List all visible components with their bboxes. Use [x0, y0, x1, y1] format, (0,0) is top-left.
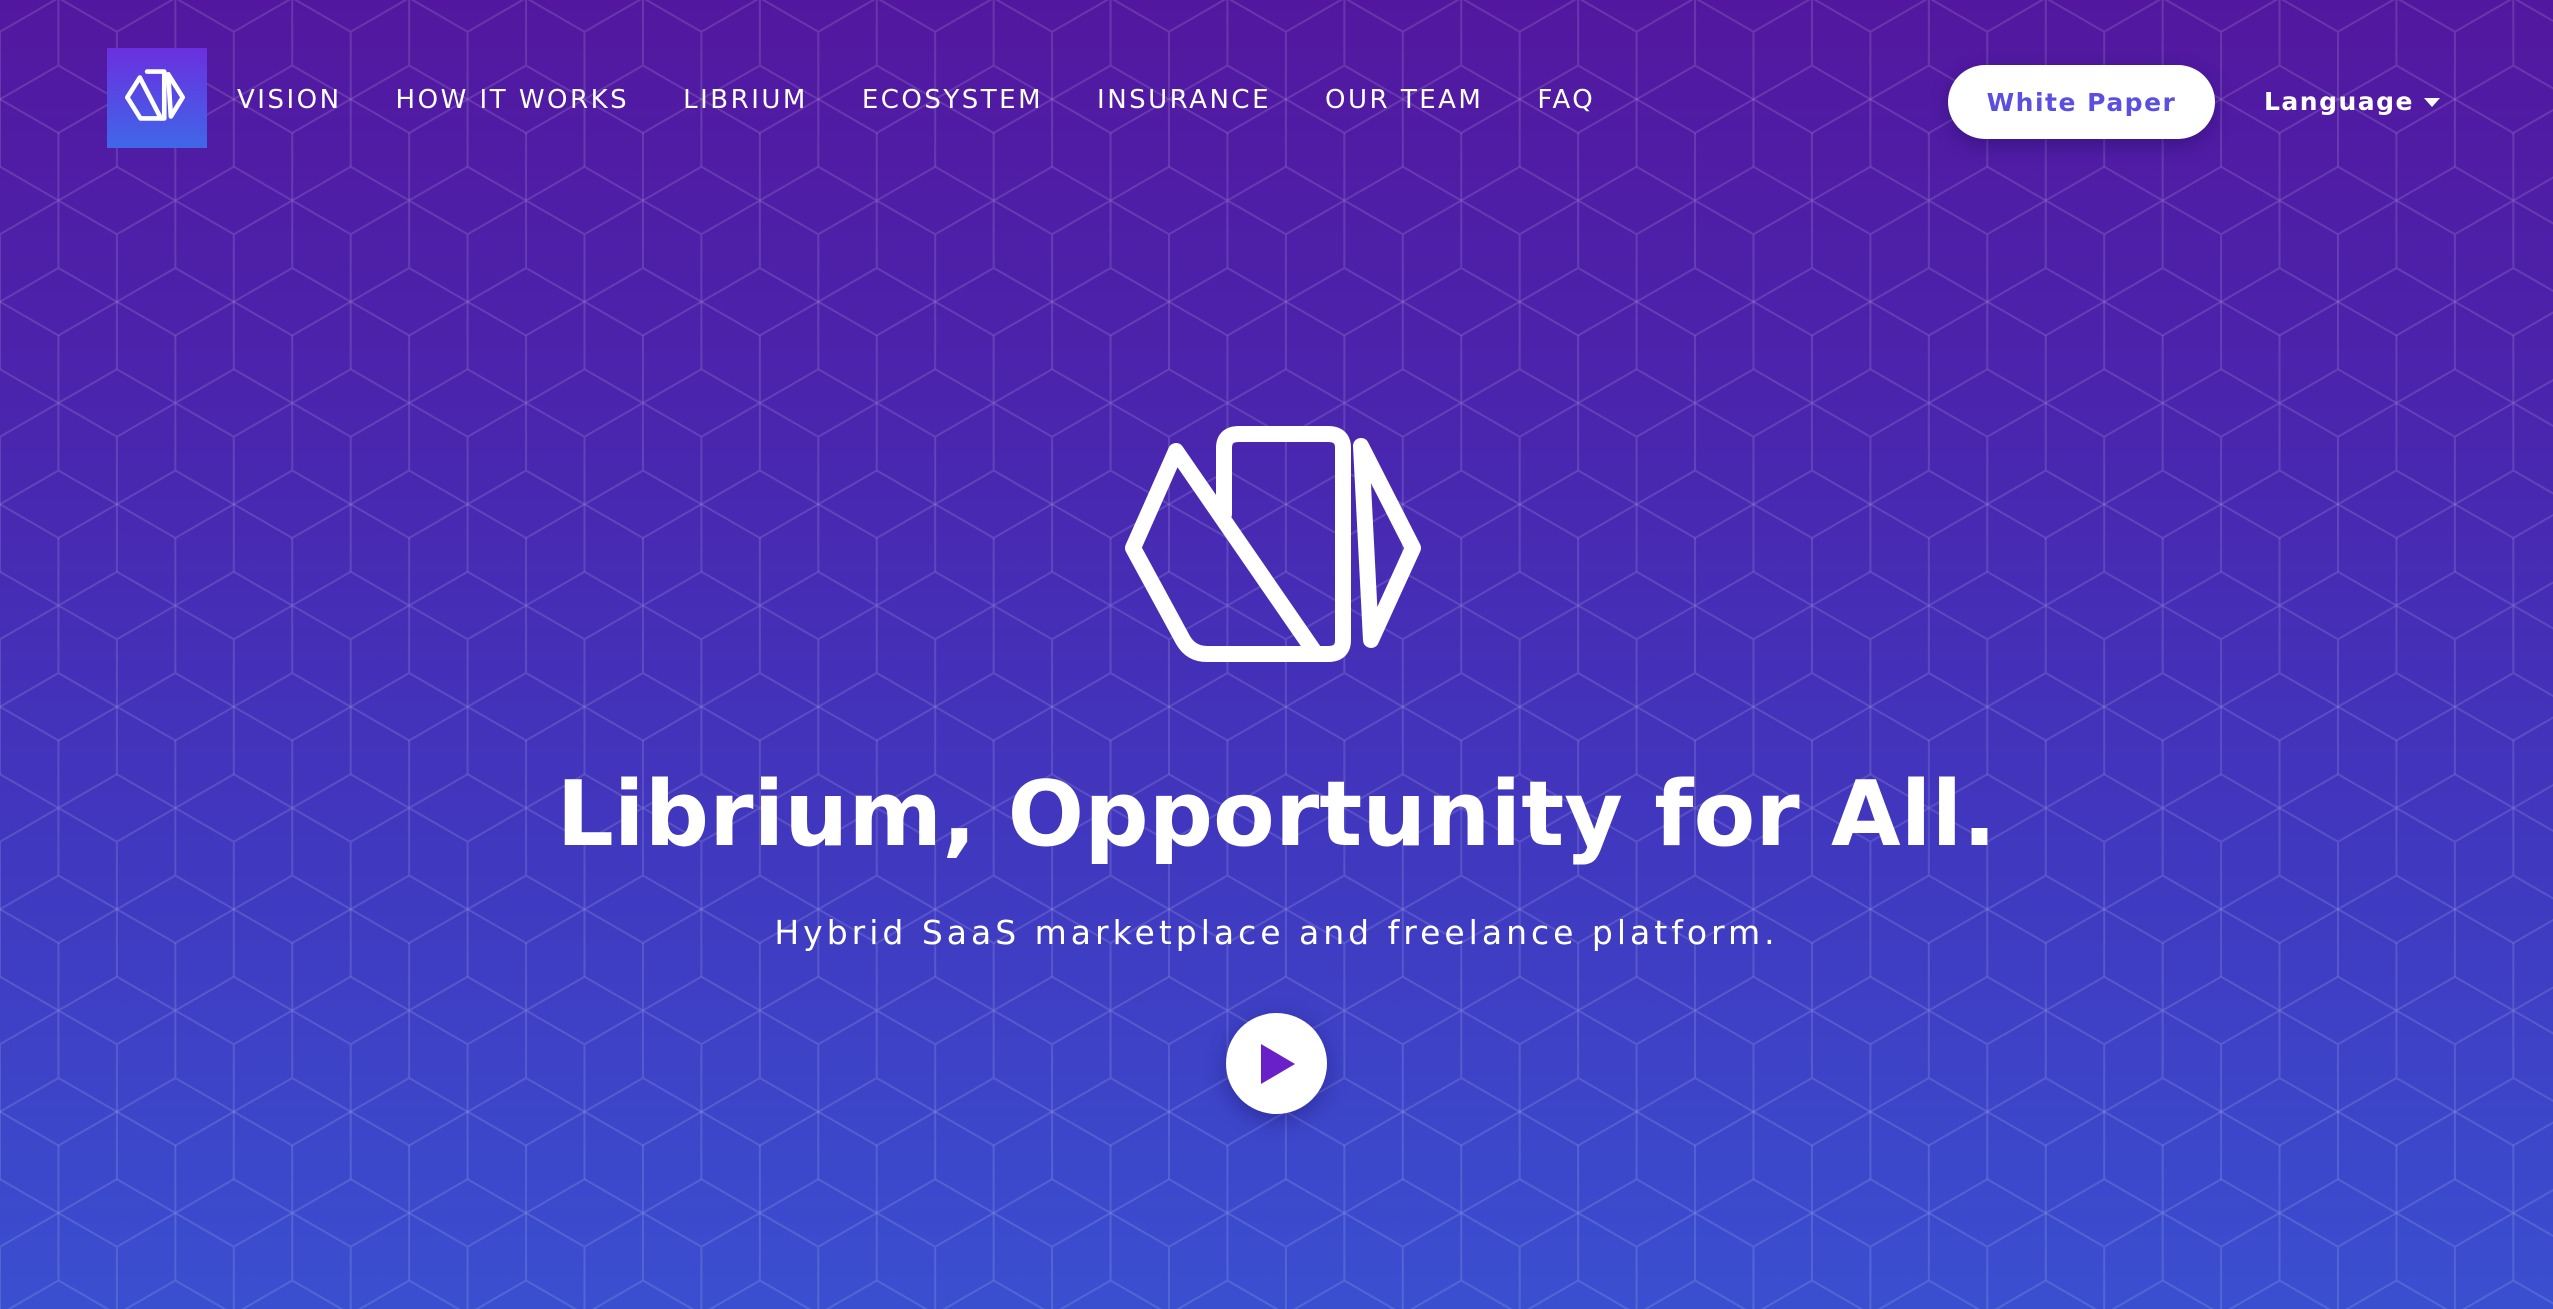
hero-headline: Librium, Opportunity for All.	[556, 762, 1997, 867]
nav-ecosystem[interactable]: ECOSYSTEM	[862, 82, 1043, 118]
nav-our-team[interactable]: OUR TEAM	[1325, 82, 1483, 118]
language-selector[interactable]: Language	[2264, 82, 2441, 122]
hero-subheadline: Hybrid SaaS marketplace and freelance pl…	[774, 913, 1779, 952]
play-icon	[1260, 1043, 1295, 1084]
librium-logo-icon	[1125, 426, 1421, 662]
nav-vision[interactable]: VISION	[237, 82, 342, 118]
white-paper-button[interactable]: White Paper	[1948, 65, 2215, 139]
nav-faq[interactable]: FAQ	[1537, 82, 1595, 118]
language-label: Language	[2264, 87, 2415, 116]
logo-mark-icon	[124, 69, 186, 121]
nav-librium[interactable]: LIBRIUM	[683, 82, 808, 118]
nav-insurance[interactable]: INSURANCE	[1097, 82, 1271, 118]
nav-how-it-works[interactable]: HOW IT WORKS	[396, 82, 630, 118]
site-header: VISION HOW IT WORKS LIBRIUM ECOSYSTEM IN…	[0, 0, 2553, 200]
hero-section: VISION HOW IT WORKS LIBRIUM ECOSYSTEM IN…	[0, 0, 2553, 1309]
caret-down-icon	[2424, 97, 2441, 107]
librium-logo-icon[interactable]	[107, 48, 207, 148]
main-nav: VISION HOW IT WORKS LIBRIUM ECOSYSTEM IN…	[237, 82, 1595, 118]
play-video-button[interactable]	[1226, 1013, 1327, 1114]
